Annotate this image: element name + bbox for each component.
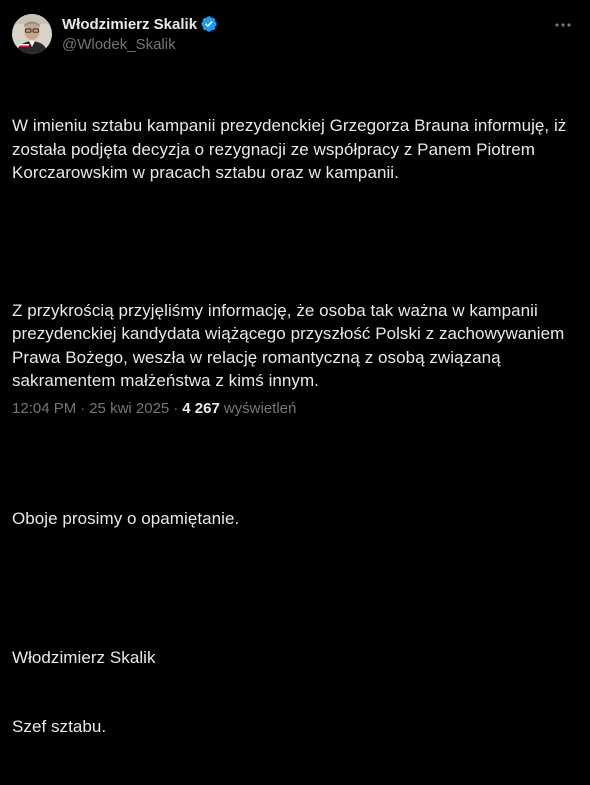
name-row: Włodzimierz Skalik xyxy=(62,14,218,34)
tweet-card: Włodzimierz Skalik @Wlodek_Skalik W imie… xyxy=(0,0,590,736)
views-label: wyświetleń xyxy=(223,400,297,417)
author-display-name[interactable]: Włodzimierz Skalik xyxy=(62,16,197,33)
tweet-paragraph-2: Z przykrością przyjęliśmy informację, że… xyxy=(12,301,570,390)
profile-avatar[interactable] xyxy=(12,14,52,54)
signature-name: Włodzimierz Skalik xyxy=(12,647,156,667)
meta-separator: · xyxy=(173,400,179,417)
tweet-text: W imieniu sztabu kampanii prezydenckiej … xyxy=(12,68,582,785)
tweet-time[interactable]: 12:04 PM xyxy=(12,400,76,417)
tweet-date[interactable]: 25 kwi 2025 xyxy=(89,400,169,417)
tweet-paragraph-3: Oboje prosimy o opamiętanie. xyxy=(12,509,240,529)
author-handle[interactable]: @Wlodek_Skalik xyxy=(62,36,218,53)
tweet-paragraph-1: W imieniu sztabu kampanii prezydenckiej … xyxy=(12,116,572,182)
signature-title: Szef sztabu. xyxy=(12,717,107,737)
views-count[interactable]: 4 267 xyxy=(182,400,220,417)
tweet-meta: 12:04 PM · 25 kwi 2025 · 4 267 wyświetle… xyxy=(12,400,296,417)
verified-badge-icon[interactable] xyxy=(200,15,218,33)
author-names: Włodzimierz Skalik @Wlodek_Skalik xyxy=(62,14,218,53)
tweet-header: Włodzimierz Skalik @Wlodek_Skalik xyxy=(12,12,578,56)
meta-separator: · xyxy=(80,400,86,417)
more-options-icon[interactable] xyxy=(552,14,574,36)
